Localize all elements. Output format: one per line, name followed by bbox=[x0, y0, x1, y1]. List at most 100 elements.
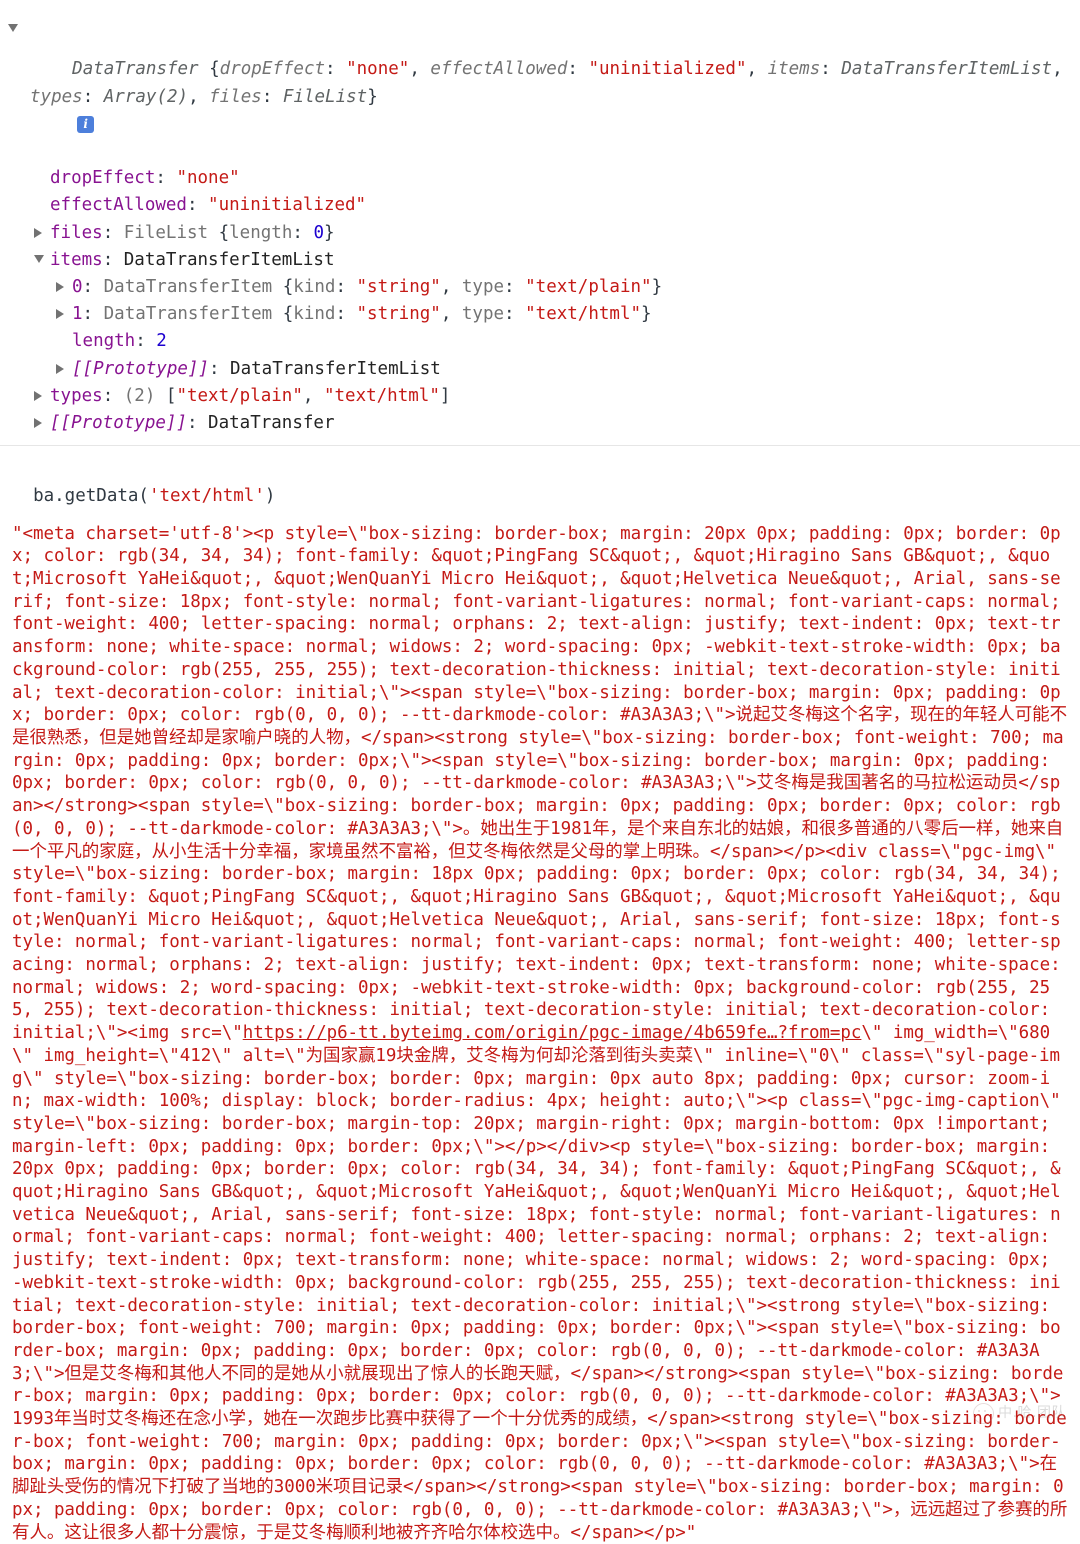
row-types[interactable]: types: (2) ["text/plain", "text/html"] bbox=[0, 383, 1080, 410]
token-punc: : bbox=[135, 331, 157, 352]
chevron-down-icon[interactable] bbox=[8, 24, 18, 32]
token-prop-i: [[Prototype]] bbox=[72, 358, 209, 379]
token-grey: DataTransferItem bbox=[103, 304, 273, 325]
row-content: items: DataTransferItemList bbox=[50, 250, 334, 270]
row-content: 1: DataTransferItem {kind: "string", typ… bbox=[72, 304, 652, 324]
command-text: ba.getData('text/html') bbox=[33, 486, 275, 506]
token-punc: { bbox=[272, 304, 294, 325]
row-root-prototype[interactable]: [[Prototype]]: DataTransfer bbox=[0, 410, 1080, 437]
console-command-echo[interactable]: ba.getData('text/html') bbox=[0, 446, 1080, 514]
token-str: "string" bbox=[356, 304, 441, 325]
console-object-tree: DataTransfer { dropEffect: "none", effect… bbox=[0, 0, 1080, 441]
result-text-segment: \" img_width=\"680\" img_height=\"412\" … bbox=[12, 1023, 1072, 1543]
row-item-1[interactable]: 1: DataTransferItem {kind: "string", typ… bbox=[0, 301, 1080, 328]
info-icon[interactable]: i bbox=[77, 115, 95, 133]
chevron-right-icon[interactable] bbox=[34, 418, 42, 429]
token-punc: : bbox=[261, 86, 283, 107]
token-punc: : bbox=[82, 304, 104, 325]
token-punc: , bbox=[746, 59, 768, 80]
token-punc: , bbox=[440, 304, 462, 325]
token-punc: { bbox=[272, 277, 294, 298]
token-punc: : bbox=[504, 277, 526, 298]
token-punc: : bbox=[102, 222, 124, 243]
row-item-0[interactable]: 0: DataTransferItem {kind: "string", typ… bbox=[0, 274, 1080, 301]
token-punc: ] bbox=[439, 385, 451, 406]
token-punc: } bbox=[323, 222, 335, 243]
token-punc: } bbox=[651, 277, 663, 298]
token-punc: : bbox=[335, 304, 357, 325]
token-class-i: DataTransfer bbox=[72, 59, 199, 80]
token-punc: : bbox=[186, 195, 209, 216]
token-punc: } bbox=[641, 304, 652, 325]
token-punc: : bbox=[82, 86, 104, 107]
token-num: 0 bbox=[313, 222, 324, 243]
token-grey: FileList bbox=[123, 222, 209, 243]
token-prop: items bbox=[50, 249, 103, 270]
token-class-i: DataTransferItemList bbox=[841, 59, 1053, 80]
token-str: "none" bbox=[176, 168, 240, 189]
row-content: files: FileList {length: 0} bbox=[50, 223, 335, 243]
chevron-right-icon[interactable] bbox=[34, 390, 42, 401]
chevron-right-icon[interactable] bbox=[56, 309, 64, 320]
chevron-right-icon[interactable] bbox=[56, 282, 64, 293]
token-punc: } bbox=[367, 86, 378, 107]
token-punc: : bbox=[155, 168, 177, 189]
row-items[interactable]: items: DataTransferItemList bbox=[0, 247, 1080, 274]
token-prop: files bbox=[50, 222, 103, 243]
token-punc: : bbox=[186, 413, 209, 434]
command-argument: 'text/html' bbox=[148, 486, 265, 507]
token-punc: , bbox=[302, 385, 324, 406]
token-prop: dropEffect bbox=[50, 168, 156, 189]
token-punc: , bbox=[409, 59, 431, 80]
console-result-string: "<meta charset='utf-8'><p style=\"box-si… bbox=[0, 515, 1080, 1544]
token-punc: : bbox=[335, 277, 357, 298]
row-content: 0: DataTransferItem {kind: "string", typ… bbox=[72, 277, 662, 297]
token-num: 2 bbox=[156, 331, 167, 352]
token-class-i: FileList bbox=[282, 86, 368, 107]
token-grey: kind bbox=[293, 277, 336, 298]
token-punc: : bbox=[82, 277, 104, 298]
row-dropEffect: dropEffect: "none" bbox=[0, 165, 1080, 192]
row-content: dropEffect: "none" bbox=[50, 168, 240, 188]
token-prop: length bbox=[72, 331, 136, 352]
row-content: effectAllowed: "uninitialized" bbox=[50, 195, 366, 215]
token-str: "uninitialized" bbox=[208, 195, 367, 216]
token-prop: effectAllowed bbox=[50, 195, 187, 216]
token-punc: : bbox=[820, 59, 842, 80]
object-root-preview: DataTransfer {dropEffect: "none", effect… bbox=[30, 59, 1073, 106]
command-callee: ba.getData( bbox=[33, 486, 149, 507]
token-str: "text/html" bbox=[323, 385, 440, 406]
token-punc: { bbox=[208, 222, 230, 243]
command-tail: ) bbox=[264, 486, 276, 507]
token-punc: , bbox=[440, 277, 462, 298]
result-url-link[interactable]: https://p6-tt.byteimg.com/origin/pgc-ima… bbox=[243, 1023, 862, 1043]
row-items-length: length: 2 bbox=[0, 328, 1080, 355]
row-content: [[Prototype]]: DataTransfer bbox=[50, 413, 334, 433]
token-str: "text/plain" bbox=[525, 277, 652, 298]
token-class: DataTransfer bbox=[208, 413, 335, 434]
object-tree-rows: dropEffect: "none" effectAllowed: "uninit… bbox=[0, 165, 1080, 437]
token-grey-i: effectAllowed bbox=[430, 59, 568, 80]
token-grey: type bbox=[461, 304, 505, 325]
chevron-down-icon[interactable] bbox=[34, 254, 44, 263]
token-grey-i: items bbox=[767, 59, 821, 80]
token-prop-i: [[Prototype]] bbox=[50, 413, 187, 434]
chevron-right-icon[interactable] bbox=[34, 227, 42, 238]
token-punc: : bbox=[208, 358, 231, 379]
token-punc: : bbox=[567, 59, 589, 80]
token-str: "text/html" bbox=[525, 304, 642, 325]
row-files[interactable]: files: FileList {length: 0} bbox=[0, 220, 1080, 247]
token-grey: type bbox=[461, 277, 505, 298]
row-items-prototype[interactable]: [[Prototype]]: DataTransferItemList bbox=[0, 356, 1080, 383]
token-str: "string" bbox=[356, 277, 441, 298]
token-class-i: Array(2) bbox=[103, 86, 189, 107]
token-grey: DataTransferItem bbox=[103, 277, 273, 298]
token-punc: , bbox=[1052, 59, 1074, 80]
token-grey-i: dropEffect bbox=[219, 59, 326, 80]
result-text-segment: "<meta charset='utf-8'><p style=\"box-si… bbox=[12, 523, 1072, 1044]
token-punc: : bbox=[292, 222, 314, 243]
object-root-row[interactable]: DataTransfer {dropEffect: "none", effect… bbox=[0, 2, 1080, 165]
chevron-right-icon[interactable] bbox=[56, 363, 64, 374]
row-content: types: (2) ["text/plain", "text/html"] bbox=[50, 386, 450, 406]
token-prop: 1 bbox=[72, 304, 83, 325]
